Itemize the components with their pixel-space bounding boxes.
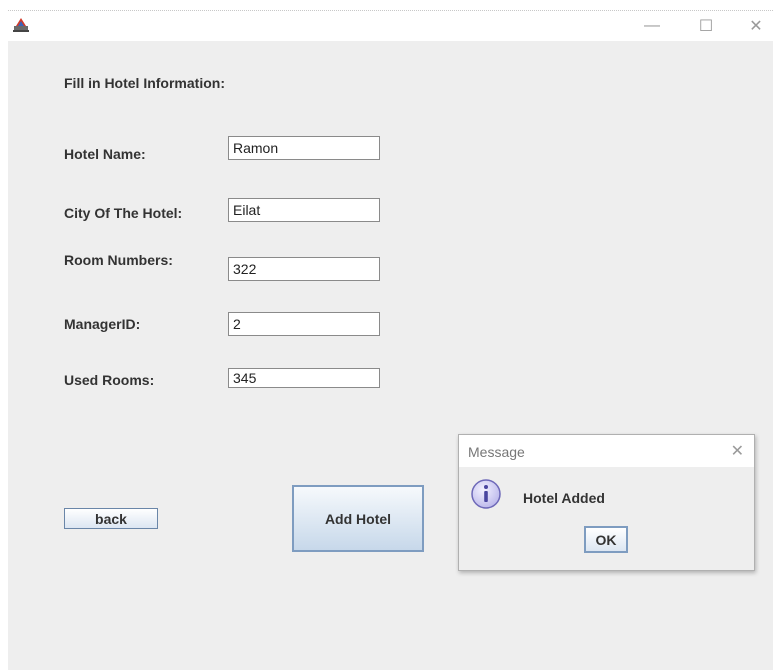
used-rooms-label: Used Rooms: bbox=[64, 372, 155, 388]
city-label: City Of The Hotel: bbox=[64, 205, 183, 221]
message-dialog: Message ✕ Hotel Added OK bbox=[458, 434, 755, 571]
dialog-close-icon[interactable]: ✕ bbox=[731, 441, 744, 461]
manager-id-input[interactable] bbox=[228, 312, 380, 336]
minimize-button[interactable]: — bbox=[636, 14, 668, 38]
city-input[interactable] bbox=[228, 198, 380, 222]
back-button[interactable]: back bbox=[64, 508, 158, 529]
dialog-message: Hotel Added bbox=[523, 490, 605, 506]
hotel-name-input[interactable] bbox=[228, 136, 380, 160]
add-hotel-button[interactable]: Add Hotel bbox=[292, 485, 424, 552]
ok-button[interactable]: OK bbox=[584, 526, 628, 553]
java-app-icon bbox=[13, 18, 29, 32]
form-heading: Fill in Hotel Information: bbox=[64, 75, 225, 91]
close-button[interactable]: ✕ bbox=[740, 14, 772, 38]
hotel-name-label: Hotel Name: bbox=[64, 146, 146, 162]
form-panel: Fill in Hotel Information: Hotel Name: C… bbox=[8, 41, 773, 670]
maximize-button[interactable]: ☐ bbox=[690, 14, 722, 38]
info-icon bbox=[471, 479, 501, 509]
used-rooms-input[interactable] bbox=[228, 368, 380, 388]
dialog-title-bar[interactable]: Message ✕ bbox=[459, 435, 754, 467]
room-numbers-input[interactable] bbox=[228, 257, 380, 281]
manager-id-label: ManagerID: bbox=[64, 316, 141, 332]
title-bar[interactable]: — ☐ ✕ bbox=[8, 10, 773, 41]
app-window: — ☐ ✕ Fill in Hotel Information: Hotel N… bbox=[0, 0, 773, 670]
dialog-title: Message bbox=[468, 444, 525, 460]
room-numbers-label: Room Numbers: bbox=[64, 252, 173, 268]
